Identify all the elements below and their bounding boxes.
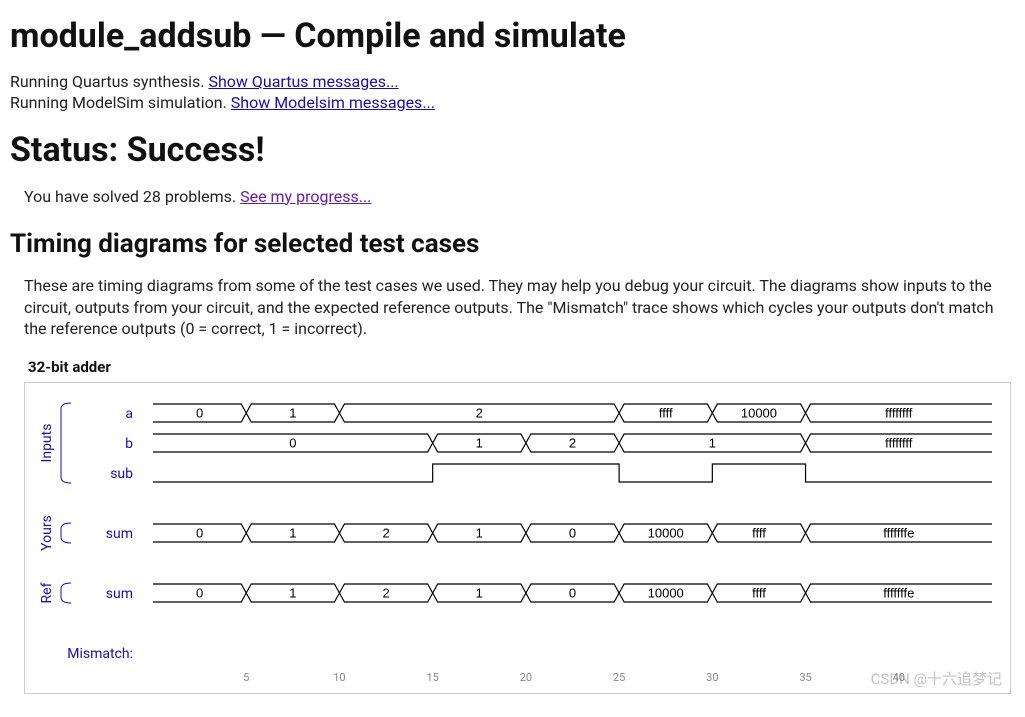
svg-text:fffffffe: fffffffe	[883, 525, 914, 540]
svg-text:15: 15	[426, 671, 438, 684]
modelsim-link[interactable]: Show Modelsim messages...	[231, 93, 435, 112]
svg-text:ffff: ffff	[752, 585, 766, 600]
svg-text:10000: 10000	[648, 525, 684, 540]
svg-text:0: 0	[196, 585, 203, 600]
svg-text:b: b	[125, 436, 133, 452]
diagram-title: 32-bit adder	[28, 358, 1015, 376]
quartus-link[interactable]: Show Quartus messages...	[208, 72, 398, 91]
svg-text:1: 1	[289, 405, 296, 420]
svg-text:40: 40	[893, 671, 905, 684]
svg-text:10000: 10000	[741, 405, 777, 420]
timing-svg: Inputs Yours Ref ab sub sum sum Mismatch: 0 1 2 fff…	[25, 383, 1010, 693]
status-heading: Status: Success!	[10, 130, 1015, 170]
svg-text:2: 2	[476, 405, 483, 420]
timing-heading: Timing diagrams for selected test cases	[10, 229, 1015, 259]
svg-text:Ref: Ref	[39, 582, 55, 603]
svg-text:Inputs: Inputs	[39, 424, 55, 463]
modelsim-prefix: Running ModelSim simulation.	[10, 93, 231, 112]
svg-text:0: 0	[196, 405, 203, 420]
svg-text:2: 2	[569, 435, 576, 450]
svg-text:1: 1	[476, 585, 483, 600]
svg-text:1: 1	[289, 525, 296, 540]
modelsim-line: Running ModelSim simulation. Show Models…	[10, 93, 1015, 114]
svg-text:sum: sum	[106, 586, 133, 602]
svg-text:ffffffff: ffffffff	[885, 435, 913, 450]
svg-text:0: 0	[289, 435, 296, 450]
svg-text:1: 1	[289, 585, 296, 600]
timing-diagram: Inputs Yours Ref ab sub sum sum Mismatch: 0 1 2 fff…	[24, 382, 1011, 694]
progress-prefix: You have solved 28 problems.	[24, 187, 240, 206]
svg-text:0: 0	[569, 525, 576, 540]
svg-text:Mismatch:: Mismatch:	[67, 646, 133, 662]
quartus-line: Running Quartus synthesis. Show Quartus …	[10, 72, 1015, 93]
svg-text:20: 20	[520, 671, 532, 684]
page-title: module_addsub — Compile and simulate	[10, 16, 1015, 56]
svg-text:Yours: Yours	[39, 515, 55, 551]
svg-text:35: 35	[799, 671, 811, 684]
svg-text:10: 10	[333, 671, 345, 684]
svg-text:2: 2	[382, 525, 389, 540]
svg-text:25: 25	[613, 671, 625, 684]
svg-text:30: 30	[706, 671, 718, 684]
svg-text:0: 0	[569, 585, 576, 600]
svg-text:sub: sub	[110, 466, 133, 482]
svg-text:sum: sum	[106, 526, 133, 542]
progress-link[interactable]: See my progress...	[240, 187, 371, 206]
svg-text:a: a	[125, 406, 133, 422]
svg-text:1: 1	[476, 525, 483, 540]
quartus-prefix: Running Quartus synthesis.	[10, 72, 208, 91]
svg-text:5: 5	[243, 671, 249, 684]
svg-text:2: 2	[382, 585, 389, 600]
progress-line: You have solved 28 problems. See my prog…	[24, 186, 1015, 208]
svg-text:ffff: ffff	[659, 405, 673, 420]
svg-text:ffff: ffff	[752, 525, 766, 540]
timing-desc: These are timing diagrams from some of t…	[24, 275, 1015, 340]
svg-text:ffffffff: ffffffff	[885, 405, 913, 420]
svg-text:1: 1	[709, 435, 716, 450]
svg-text:10000: 10000	[648, 585, 684, 600]
svg-text:fffffffe: fffffffe	[883, 585, 914, 600]
svg-text:1: 1	[476, 435, 483, 450]
svg-text:0: 0	[196, 525, 203, 540]
